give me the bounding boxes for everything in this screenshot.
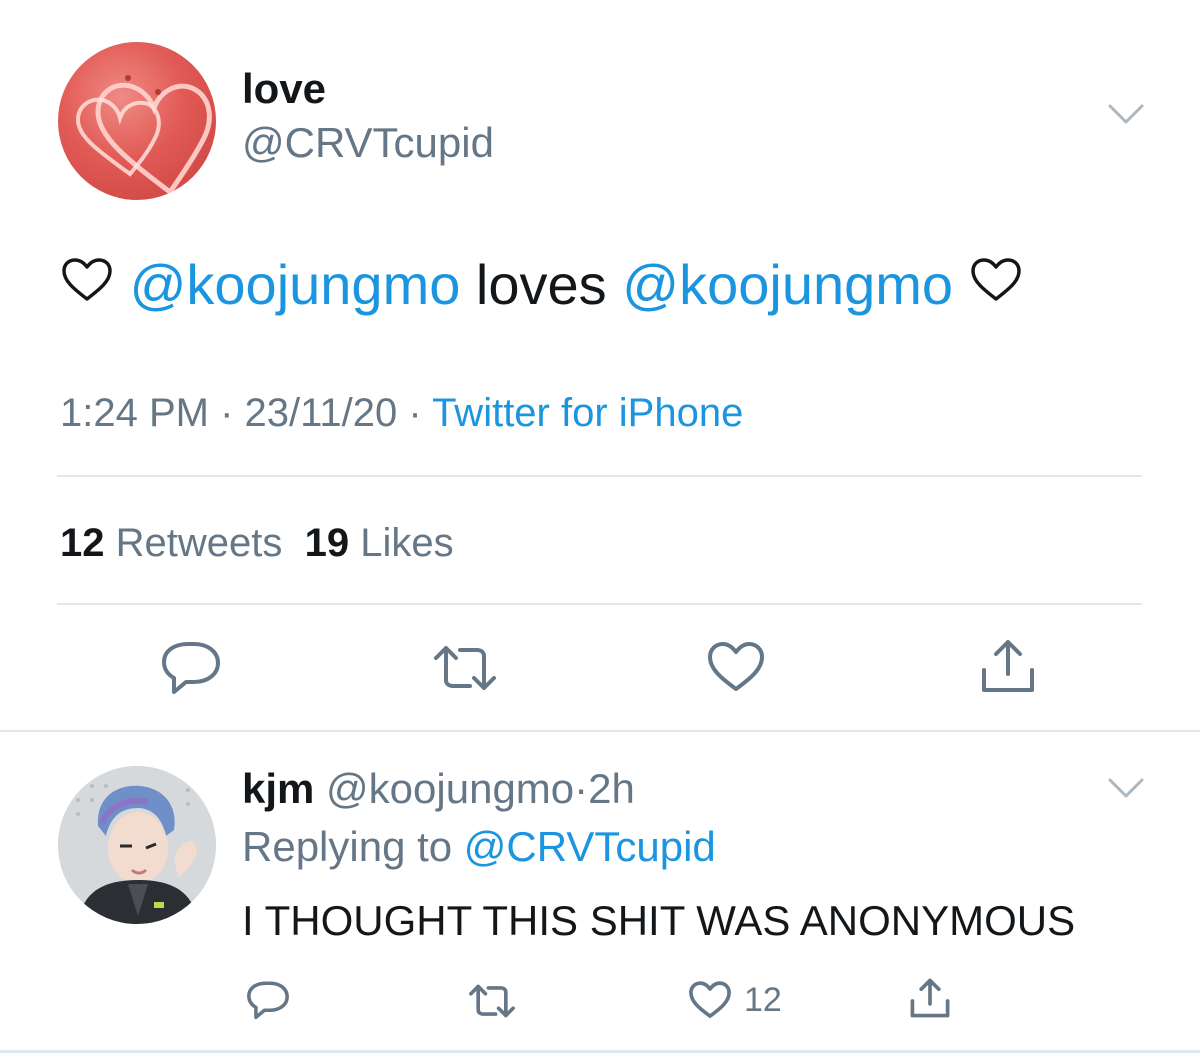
replying-to: Replying to @CRVTcupid (242, 822, 716, 872)
like-icon (689, 981, 731, 1018)
author-name[interactable]: love (242, 64, 326, 114)
tweet-time: 1:24 PM (60, 391, 209, 435)
reply-text: I THOUGHT THIS SHIT WAS ANONYMOUS (242, 897, 1076, 944)
reply-author-name[interactable]: kjm (242, 765, 314, 812)
replying-to-link[interactable]: @CRVTcupid (464, 823, 716, 870)
retweets-stat[interactable]: 12 Retweets (60, 521, 282, 565)
tweet-detail-page: love @CRVTcupid @koojungmo loves @koojun… (0, 0, 1200, 1053)
meta-separator: · (397, 391, 433, 435)
header-separator: · (574, 765, 589, 812)
tweet-stats: 12 Retweets 19 Likes (60, 518, 454, 568)
retweet-button[interactable] (432, 642, 498, 694)
divider (57, 475, 1142, 477)
author-avatar[interactable] (58, 42, 216, 200)
replying-prefix: Replying to (242, 823, 464, 870)
share-icon (910, 978, 950, 1018)
reply-like-button[interactable]: 12 (688, 980, 782, 1020)
likes-count: 19 (304, 521, 350, 565)
retweets-label: Retweets (115, 521, 283, 565)
heart-icon (969, 250, 1023, 320)
meta-separator: · (208, 391, 245, 435)
reply-reply-button[interactable] (246, 980, 290, 1022)
mention-link[interactable]: @koojungmo (622, 253, 953, 316)
tweet-date: 23/11/20 (244, 391, 398, 435)
retweets-count: 12 (60, 521, 105, 565)
share-button[interactable] (978, 636, 1038, 696)
likes-stat[interactable]: 19 Likes (305, 521, 454, 565)
reply-header: kjm @koojungmo·2h (242, 764, 635, 814)
neon-hearts-icon (75, 75, 212, 196)
tweet-text: @koojungmo loves @koojungmo (60, 250, 1023, 320)
reply-icon (247, 981, 289, 1020)
mention-link[interactable]: @koojungmo (130, 253, 461, 316)
author-handle[interactable]: @CRVTcupid (242, 118, 494, 168)
reply-author-avatar[interactable] (58, 766, 216, 924)
like-icon (708, 642, 764, 691)
tweet-text-middle: loves (460, 253, 623, 316)
like-button[interactable] (706, 640, 766, 694)
reply-button[interactable] (160, 640, 222, 698)
retweet-icon (469, 984, 515, 1018)
heart-icon (60, 250, 114, 320)
reply-share-button[interactable] (908, 976, 952, 1020)
share-icon (982, 640, 1034, 692)
likes-label: Likes (360, 521, 454, 565)
section-separator (0, 730, 1200, 732)
reply-retweet-button[interactable] (468, 982, 516, 1020)
retweet-icon (434, 646, 496, 690)
tweet-source-link[interactable]: Twitter for iPhone (432, 391, 743, 435)
reply-author-handle[interactable]: @koojungmo (326, 765, 574, 812)
reply-icon (162, 642, 220, 694)
person-avatar-icon (58, 766, 216, 924)
reply-age: 2h (588, 765, 635, 812)
tweet-meta: 1:24 PM · 23/11/20 · Twitter for iPhone (60, 388, 743, 438)
chevron-down-icon[interactable] (1106, 774, 1146, 807)
chevron-down-icon[interactable] (1106, 100, 1146, 133)
divider (57, 603, 1142, 605)
reply-like-count: 12 (744, 980, 782, 1019)
